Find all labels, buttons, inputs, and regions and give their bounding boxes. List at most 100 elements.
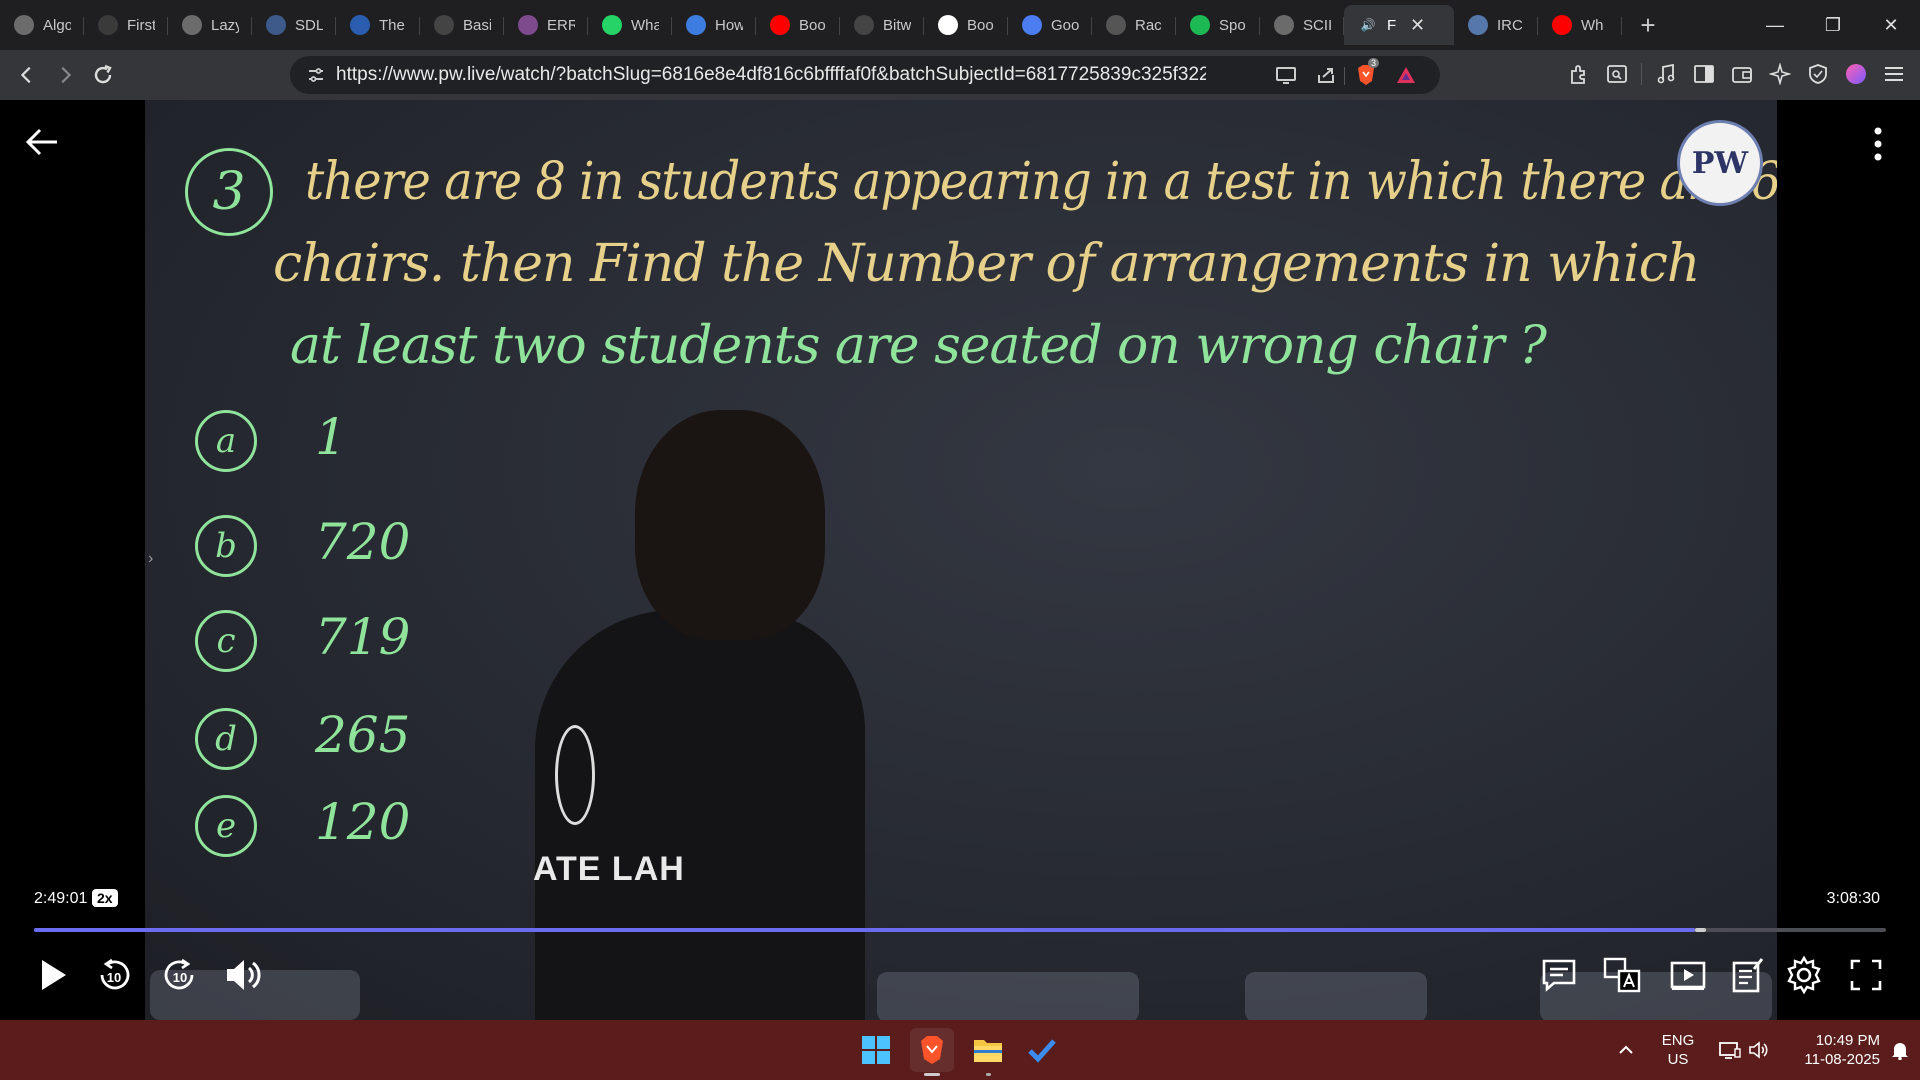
forward-seconds: 10 [173,970,187,985]
fullscreen-button[interactable] [1842,951,1890,999]
browser-tab[interactable]: Basi [420,5,504,45]
toolbar-right-icons [1565,58,1908,90]
restore-button[interactable]: ❐ [1804,0,1862,50]
browser-tab[interactable]: First [84,5,168,45]
seek-bar[interactable] [34,928,1886,932]
play-button[interactable] [28,951,76,999]
reload-button[interactable] [84,56,122,94]
vpn-icon[interactable] [1804,58,1832,90]
speaker-icon: 🔊 [1358,15,1378,35]
notifications-button[interactable] [1880,1040,1920,1060]
reader-mode-icon[interactable] [1603,58,1631,90]
profile-avatar-icon[interactable] [1842,58,1870,90]
playback-speed-badge[interactable]: 2x [92,889,118,907]
comments-button[interactable] [1535,951,1583,999]
browser-tab[interactable]: ERR [504,5,588,45]
browser-toolbar: https://www.pw.live/watch/?batchSlug=681… [0,50,1920,100]
browser-tab[interactable]: Goo [1008,5,1092,45]
rewind-10-button[interactable]: 10 [90,951,138,999]
browser-tab[interactable]: Wh [1538,5,1622,45]
whatsapp-icon [602,15,622,35]
sidebar-toggle-icon[interactable] [1690,58,1718,90]
tab-title: Basi [463,16,491,34]
share-icon[interactable] [1314,64,1338,86]
back-arrow-button[interactable] [22,122,62,162]
browser-tab[interactable]: Wha [588,5,672,45]
side-panel-toggle-icon[interactable]: › [148,550,153,568]
question-line-3: at least two students are seated on wron… [290,316,1547,376]
settings-button[interactable] [1780,951,1828,999]
browser-tab[interactable]: Lazy [168,5,252,45]
browser-tab[interactable]: Boo [924,5,1008,45]
wallet-icon[interactable] [1728,58,1756,90]
picture-in-picture-button[interactable] [1664,951,1712,999]
browser-tab[interactable]: How [672,5,756,45]
question-line-1: there are 8 in students appearing in a t… [305,152,1777,212]
back-button[interactable] [8,56,46,94]
show-hidden-icons-button[interactable] [1606,1045,1646,1055]
clock[interactable]: 10:49 PM 11-08-2025 [1784,1031,1880,1069]
volume-button[interactable] [218,951,266,999]
taskbar-todo-app[interactable] [1020,1028,1064,1072]
brave-lion-icon [921,1036,943,1064]
start-button[interactable] [854,1028,898,1072]
tab-title: First [127,16,155,34]
extensions-icon[interactable] [1565,58,1593,90]
youtube-icon [1552,15,1572,35]
brave-shields-button[interactable]: 3 [1354,58,1380,86]
forward-button[interactable] [46,56,84,94]
tab-title: Goo [1051,16,1079,34]
window-controls: — ❐ ✕ [1746,0,1920,50]
browser-tab[interactable]: Algo [0,5,84,45]
brain-icon [518,15,538,35]
quick-settings-button[interactable] [1718,1040,1768,1060]
windows-taskbar: ENG US 10:49 PM 11-08-2025 [0,1020,1920,1080]
checkmark-icon [1028,1039,1056,1063]
leo-ai-icon[interactable] [1766,58,1794,90]
translate-button[interactable] [1598,951,1646,999]
browser-tab[interactable]: 🔊 F ✕ [1344,5,1454,45]
notes-button[interactable] [1724,951,1772,999]
clock-date: 11-08-2025 [1804,1051,1880,1068]
browser-tab[interactable]: SDL [252,5,336,45]
more-options-button[interactable] [1862,124,1894,164]
media-icon[interactable] [1652,58,1680,90]
w3-icon [350,15,370,35]
chat-icon [1542,959,1576,992]
close-button[interactable]: ✕ [1862,0,1920,50]
question-line-2: chairs. then Find the Number of arrangem… [273,234,1700,294]
browser-tab[interactable]: Rac [1092,5,1176,45]
taskbar-brave-browser[interactable] [910,1028,954,1076]
option-letter: e [195,795,257,857]
browser-tab[interactable]: SCII [1260,5,1344,45]
brave-rewards-button[interactable] [1394,64,1418,86]
gemini-icon [1022,15,1042,35]
chatgpt-icon [14,15,34,35]
google-icon [938,15,958,35]
tab-title: SCII [1303,16,1331,34]
url-text[interactable]: https://www.pw.live/watch/?batchSlug=681… [336,64,1206,86]
menu-icon[interactable] [1880,58,1908,90]
taskbar-file-explorer[interactable] [966,1028,1010,1076]
language-indicator[interactable]: ENG US [1652,1031,1704,1069]
teacher-head [635,410,825,640]
address-bar[interactable]: https://www.pw.live/watch/?batchSlug=681… [290,56,1440,94]
tab-title: How [715,16,743,34]
forward-10-button[interactable]: 10 [156,951,204,999]
close-tab-icon[interactable]: ✕ [1410,15,1425,36]
option-letter: a [195,410,257,472]
video-player[interactable]: 3 there are 8 in students appearing in a… [0,100,1920,1020]
cast-icon[interactable] [1274,64,1298,86]
browser-tab[interactable]: The [336,5,420,45]
system-tray: ENG US 10:49 PM 11-08-2025 [1606,1020,1920,1080]
browser-tab[interactable]: Spo [1176,5,1260,45]
browser-tab[interactable]: Boo [756,5,840,45]
new-tab-button[interactable]: + [1628,5,1668,45]
browser-tab[interactable]: Bitw [840,5,924,45]
minimize-button[interactable]: — [1746,0,1804,50]
browser-tab[interactable]: IRC [1454,5,1538,45]
play-icon [42,960,66,990]
lecture-blackboard: 3 there are 8 in students appearing in a… [145,100,1777,1020]
tab-title: Boo [967,16,994,34]
site-settings-icon[interactable] [304,64,328,86]
